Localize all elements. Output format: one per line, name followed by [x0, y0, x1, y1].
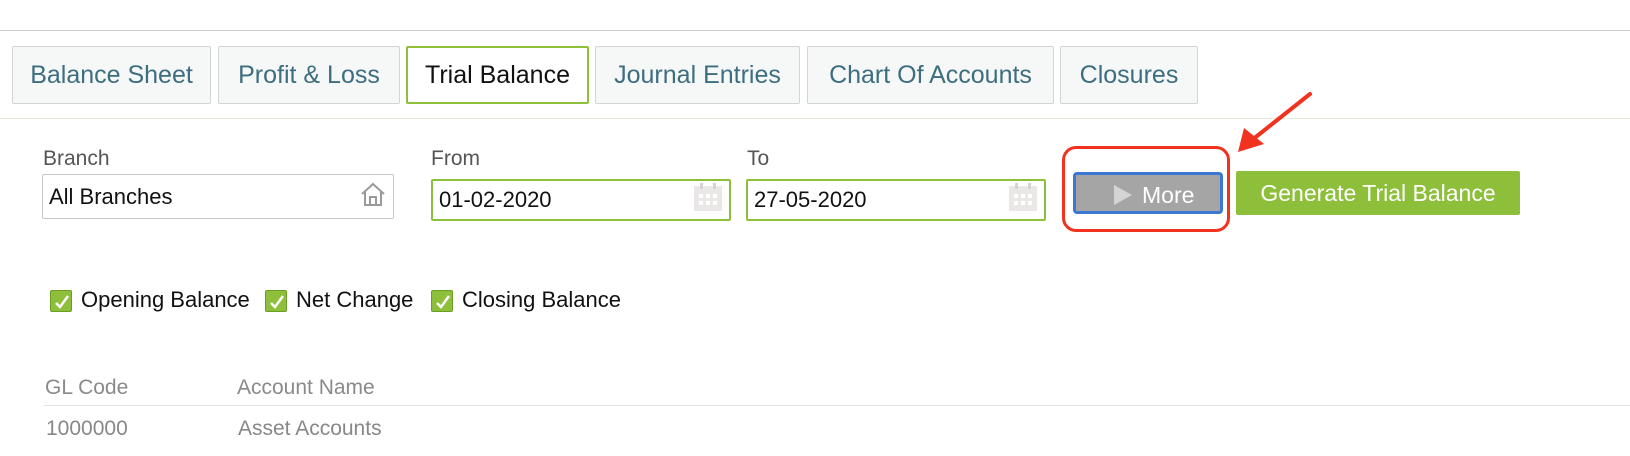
home-icon [359, 180, 387, 214]
checkmark-icon [436, 295, 451, 309]
opening-balance-label: Opening Balance [81, 287, 250, 312]
closing-balance-checkbox[interactable]: Closing Balance [431, 287, 631, 317]
from-label: From [431, 147, 480, 170]
branch-value: All Branches [49, 183, 173, 209]
checkbox-box [50, 290, 72, 312]
table-row-account-name[interactable]: Asset Accounts [238, 417, 382, 441]
checkbox-box [265, 290, 287, 312]
to-label: To [747, 147, 770, 170]
tab-closures[interactable]: Closures [1060, 46, 1198, 104]
more-button[interactable]: More [1073, 172, 1223, 214]
net-change-label: Net Change [296, 287, 414, 312]
gl-code-header: GL Code [45, 376, 129, 399]
calendar-icon[interactable] [1008, 182, 1038, 218]
tab-profit-loss[interactable]: Profit & Loss [218, 46, 400, 104]
to-date-input[interactable]: 27-05-2020 [746, 179, 1046, 221]
table-row-gl-code: 1000000 [46, 417, 128, 440]
checkmark-icon [55, 295, 70, 309]
generate-trial-balance-button[interactable]: Generate Trial Balance [1236, 171, 1520, 215]
branch-select[interactable]: All Branches [42, 174, 394, 219]
to-date-value: 27-05-2020 [754, 187, 867, 212]
calendar-icon[interactable] [693, 182, 723, 218]
more-button-label: More [1142, 182, 1195, 208]
top-divider [0, 30, 1630, 31]
opening-balance-checkbox[interactable]: Opening Balance [50, 287, 255, 317]
closing-balance-label: Closing Balance [462, 287, 621, 312]
tab-chart-of-accounts[interactable]: Chart Of Accounts [807, 46, 1054, 104]
table-header-divider [44, 405, 1630, 406]
play-icon [1112, 184, 1134, 212]
tab-trial-balance[interactable]: Trial Balance [406, 46, 589, 104]
tab-journal-entries[interactable]: Journal Entries [595, 46, 800, 104]
checkbox-box [431, 290, 453, 312]
from-date-value: 01-02-2020 [439, 187, 552, 212]
branch-label: Branch [43, 147, 110, 170]
net-change-checkbox[interactable]: Net Change [265, 287, 425, 317]
checkmark-icon [270, 295, 285, 309]
from-date-input[interactable]: 01-02-2020 [431, 179, 731, 221]
tab-balance-sheet[interactable]: Balance Sheet [12, 46, 211, 104]
account-name-header: Account Name [237, 376, 375, 399]
annotation-arrow [1230, 88, 1320, 163]
tabs-divider [0, 118, 1630, 119]
